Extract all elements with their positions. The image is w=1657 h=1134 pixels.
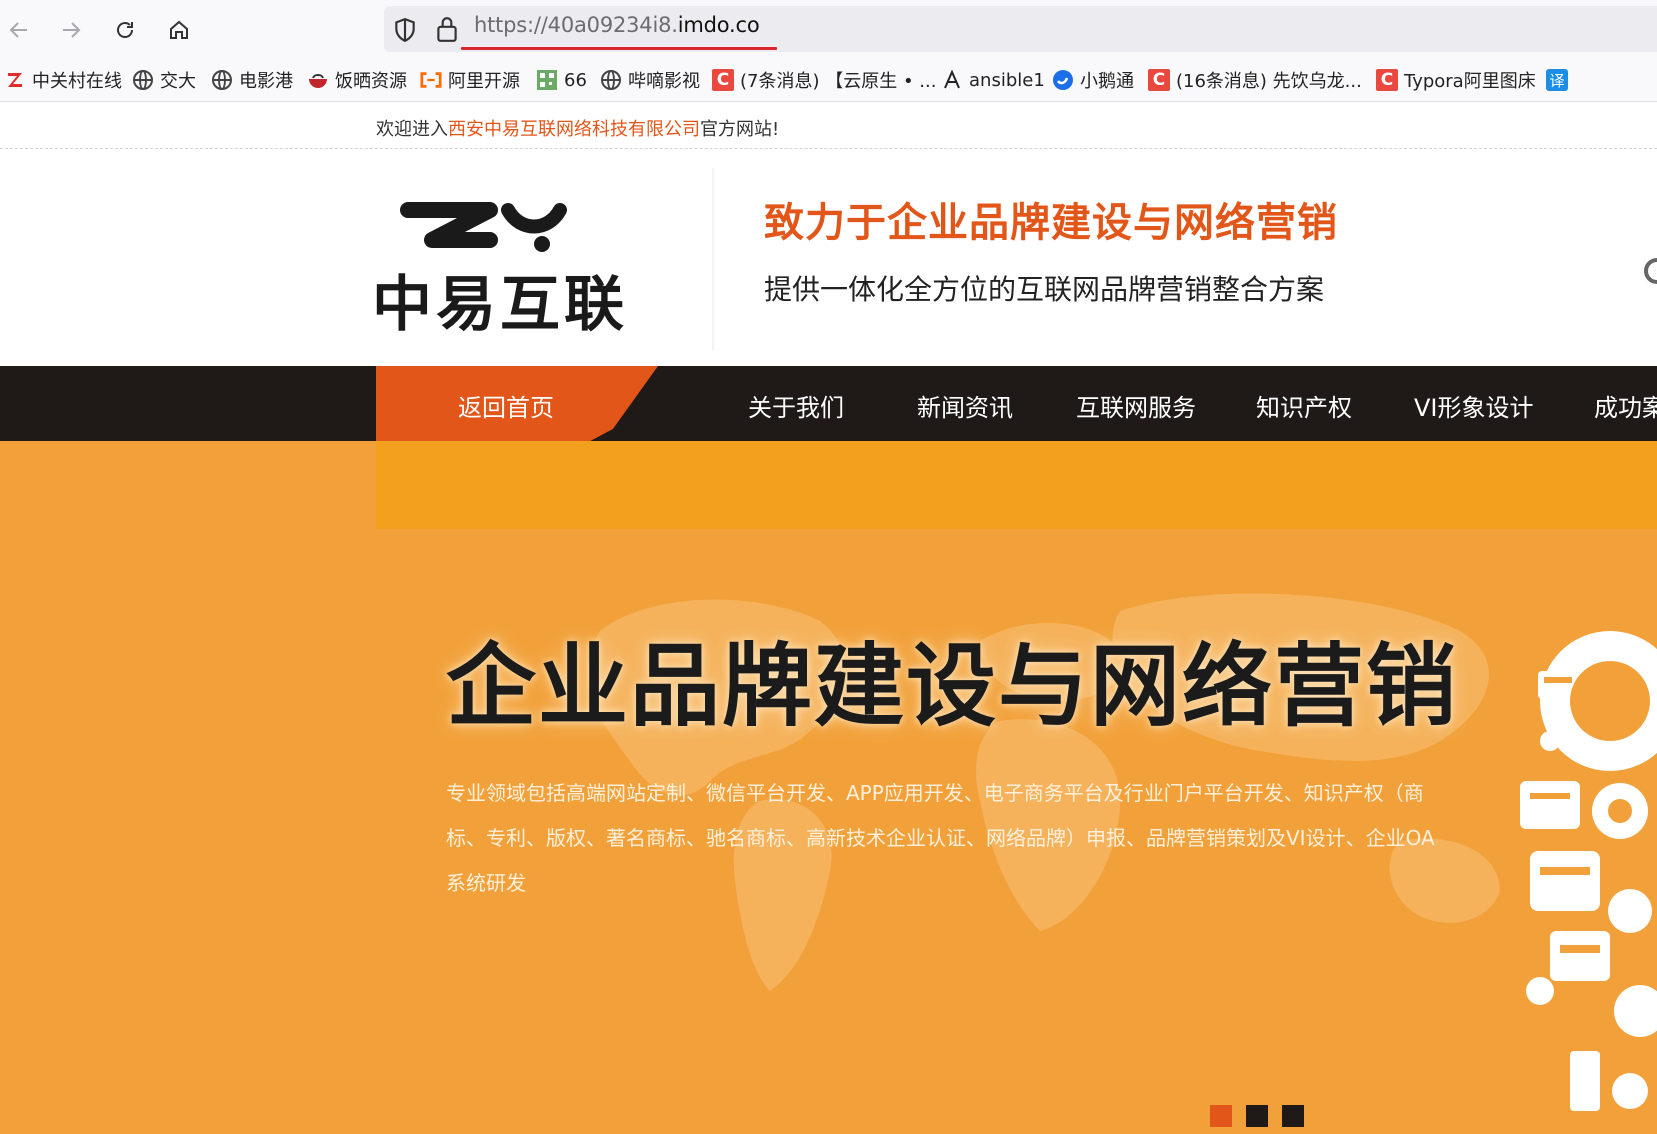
arrow-left-icon [9,22,27,38]
infographic-icons-graphic [1520,631,1657,1111]
slider-pagination [1210,1105,1304,1127]
zol-icon [4,69,26,91]
home-button[interactable] [162,13,196,47]
url-prefix: https://40a09234i8. [474,13,678,37]
bookmark-csdn-2[interactable]: C (16条消息) 先饮乌龙... [1148,68,1362,92]
banner-description: 专业领域包括高端网站定制、微信平台开发、APP应用开发、电子商务平台及行业门户平… [446,781,1435,895]
bookmark-jiaoda[interactable]: 交大 [132,68,196,92]
csdn-icon: C [1376,69,1398,91]
bookmark-label: (7条消息) 【云原生 • ... [740,71,937,92]
slogan-sub: 提供一体化全方位的互联网品牌营销整合方案 [764,273,1325,306]
url-annotation-underline [461,47,777,50]
banner-top-strip [376,441,1657,529]
browser-toolbar: https://40a09234i8.imdo.co [0,0,1657,58]
bookmark-bidi[interactable]: 哔嘀影视 [600,68,700,92]
bookmark-typora[interactable]: C Typora阿里图床 [1376,68,1536,92]
welcome-text: 欢迎进入西安中易互联网络科技有限公司官方网站! [376,119,780,140]
welcome-bar: 欢迎进入西安中易互联网络科技有限公司官方网站! [0,103,1657,149]
bowl-icon [307,69,329,91]
shield-icon[interactable] [392,17,418,43]
qr-icon [536,69,558,91]
csdn-icon: C [712,69,734,91]
slider-dot-2[interactable] [1246,1105,1268,1127]
ansible-icon [941,69,963,91]
lock-icon[interactable] [434,15,460,43]
url-domain: imdo.co [677,13,760,37]
nav-item-internet-service[interactable]: 互联网服务 [1076,388,1196,423]
bookmark-ansible[interactable]: ansible1 [941,68,1045,92]
arrow-right-icon [63,22,81,38]
nav-item-about[interactable]: 关于我们 [748,388,844,423]
main-nav: 返回首页 关于我们 新闻资讯 互联网服务 知识产权 VI形象设计 成功案 [0,366,1657,441]
bookmark-66[interactable]: 66 [536,68,587,92]
nav-item-cases[interactable]: 成功案 [1594,388,1657,423]
bookmark-translate[interactable]: 译 [1546,68,1574,92]
bookmark-dianyinggang[interactable]: 电影港 [211,68,293,92]
bookmark-label: 电影港 [239,71,293,92]
site-logo[interactable]: 中易互联 [372,188,654,340]
company-link[interactable]: 西安中易互联网络科技有限公司 [448,119,700,140]
bookmark-fanshai[interactable]: 饭晒资源 [307,68,407,92]
reload-button[interactable] [108,13,142,47]
bookmark-label: 饭晒资源 [335,71,407,92]
bookmark-aliyun[interactable]: 阿里开源 [420,68,520,92]
slider-dot-3[interactable] [1282,1105,1304,1127]
globe-icon [600,69,622,91]
site-header: 中易互联 致力于企业品牌建设与网络营销 提供一体化全方位的互联网品牌营销整合方案 [0,150,1657,366]
globe-icon [132,69,154,91]
home-icon [170,20,188,39]
bookmark-xiaoe[interactable]: 小鹅通 [1052,68,1134,92]
banner-title: 企业品牌建设与网络营销 [446,634,1458,739]
csdn-icon: C [1148,69,1170,91]
bookmark-label: 交大 [160,71,196,92]
bookmark-csdn-1[interactable]: C (7条消息) 【云原生 • ... [712,68,936,92]
bookmark-label: 中关村在线 [32,71,122,92]
translate-icon: 译 [1546,69,1568,91]
globe-icon [211,69,233,91]
hero-banner: 企业品牌建设与网络营销 专业领域包括高端网站定制、微信平台开发、APP应用开发、… [0,441,1657,1134]
nav-item-vi-design[interactable]: VI形象设计 [1414,388,1534,423]
slogan-main: 致力于企业品牌建设与网络营销 [764,200,1338,246]
slider-dot-1[interactable] [1210,1105,1232,1127]
header-divider [712,168,716,350]
bookmark-label: 66 [564,69,587,91]
bookmark-label: Typora阿里图床 [1404,71,1536,92]
forward-button[interactable] [54,13,88,47]
reload-icon [117,22,133,38]
header-edge-icon [1644,258,1657,284]
bookmark-label: 小鹅通 [1080,71,1134,92]
nav-item-home[interactable]: 返回首页 [458,388,554,423]
bookmark-label: 哔嘀影视 [628,71,700,92]
nav-item-ip[interactable]: 知识产权 [1256,388,1352,423]
back-button[interactable] [2,13,36,47]
bookmark-label: ansible1 [969,69,1045,91]
xiaoe-icon [1052,69,1074,91]
logo-text: 中易互联 [372,270,628,340]
aliyun-icon [420,69,442,91]
bookmarks-bar: 中关村在线 交大 电影港 饭晒资源 阿里开源 66 哔嘀影视 C (7条消息) … [0,58,1657,102]
bookmark-label: (16条消息) 先饮乌龙... [1176,71,1362,92]
nav-item-news[interactable]: 新闻资讯 [917,388,1013,423]
url-text[interactable]: https://40a09234i8.imdo.co [474,13,760,37]
bookmark-zol[interactable]: 中关村在线 [4,68,122,92]
bookmark-label: 阿里开源 [448,71,520,92]
